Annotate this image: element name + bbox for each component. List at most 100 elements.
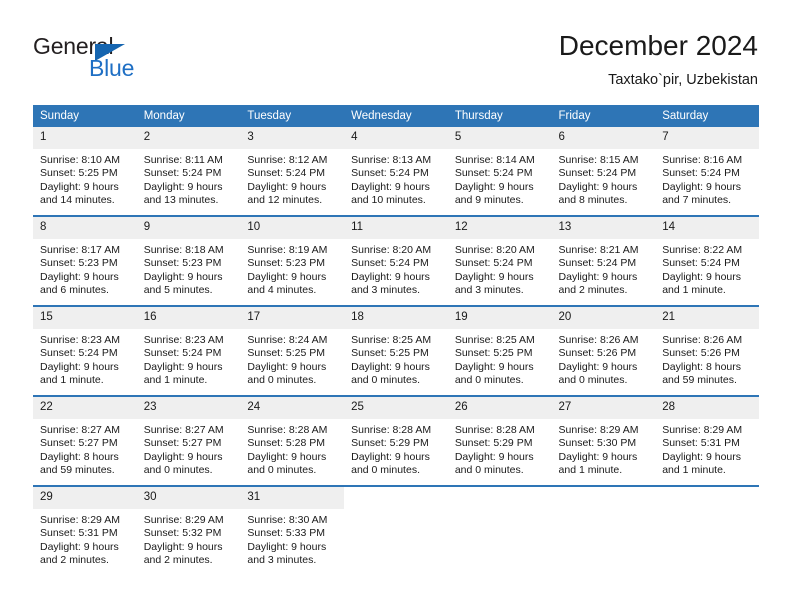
- day-cell[interactable]: 30 Sunrise: 8:29 AM Sunset: 5:32 PM Dayligh…: [136, 485, 241, 575]
- day-cell[interactable]: 8 Sunrise: 8:17 AM Sunset: 5:23 PM Daylight…: [33, 215, 137, 306]
- sunset-text: Sunset: 5:23 PM: [143, 257, 222, 270]
- day-details: Sunrise: 8:28 AM Sunset: 5:29 PM Daylight:…: [448, 419, 552, 477]
- sunrise-text: Sunrise: 8:13 AM: [351, 154, 432, 166]
- page-title: December 2024: [558, 30, 758, 61]
- day-details: Sunrise: 8:29 AM Sunset: 5:30 PM Daylight:…: [552, 419, 656, 477]
- day-cell[interactable]: 15 Sunrise: 8:23 AM Sunset: 5:24 PM Dayligh…: [33, 305, 137, 396]
- daylight-text-line2: and 6 minutes.: [40, 283, 109, 296]
- day-number: 21: [655, 307, 759, 329]
- day-number: 19: [447, 307, 552, 329]
- day-cell[interactable]: 10 Sunrise: 8:19 AM Sunset: 5:23 PM Dayligh…: [240, 215, 345, 306]
- sunrise-text: Sunrise: 8:29 AM: [143, 514, 224, 526]
- day-cell[interactable]: 1 Sunrise: 8:10 AM Sunset: 5:25 PM Daylight…: [33, 127, 137, 216]
- day-number: 10: [240, 217, 345, 239]
- day-cell[interactable]: 26 Sunrise: 8:28 AM Sunset: 5:29 PM Dayligh…: [447, 395, 552, 486]
- sunrise-text: Sunrise: 8:27 AM: [40, 424, 120, 436]
- day-details: Sunrise: 8:21 AM Sunset: 5:24 PM Daylight:…: [552, 239, 656, 297]
- daylight-text-line1: Daylight: 9 hours: [454, 180, 534, 193]
- day-details: Sunrise: 8:14 AM Sunset: 5:24 PM Daylight:…: [448, 149, 552, 207]
- sunrise-text: Sunrise: 8:29 AM: [40, 514, 120, 526]
- daylight-text-line1: Daylight: 9 hours: [247, 450, 327, 463]
- calendar-header-row: Sunday Monday Tuesday Wednesday Thursday…: [33, 105, 759, 127]
- sunset-text: Sunset: 5:23 PM: [247, 257, 326, 270]
- calendar-week-row: 8 Sunrise: 8:17 AM Sunset: 5:23 PM Daylight…: [33, 215, 759, 306]
- day-cell[interactable]: 3 Sunrise: 8:12 AM Sunset: 5:24 PM Daylight…: [240, 127, 345, 216]
- sunset-text: Sunset: 5:31 PM: [662, 437, 740, 450]
- sunset-text: Sunset: 5:24 PM: [454, 257, 533, 270]
- sunset-text: Sunset: 5:27 PM: [143, 437, 222, 450]
- daylight-text-line1: Daylight: 9 hours: [40, 180, 119, 193]
- day-cell[interactable]: 7 Sunrise: 8:16 AM Sunset: 5:24 PM Daylight…: [655, 127, 759, 216]
- day-cell[interactable]: 5 Sunrise: 8:14 AM Sunset: 5:24 PM Daylight…: [447, 127, 552, 216]
- sunset-text: Sunset: 5:24 PM: [247, 167, 326, 180]
- sunrise-text: Sunrise: 8:29 AM: [558, 424, 639, 436]
- day-cell[interactable]: 28 Sunrise: 8:29 AM Sunset: 5:31 PM Dayligh…: [655, 395, 759, 486]
- day-cell[interactable]: 12 Sunrise: 8:20 AM Sunset: 5:24 PM Dayligh…: [447, 215, 552, 306]
- daylight-text-line2: and 14 minutes.: [40, 193, 115, 206]
- calendar-body: 1 Sunrise: 8:10 AM Sunset: 5:25 PM Daylight…: [33, 127, 759, 575]
- day-number: 14: [655, 217, 759, 239]
- day-cell[interactable]: 16 Sunrise: 8:23 AM Sunset: 5:24 PM Dayligh…: [136, 305, 241, 396]
- daylight-text-line1: Daylight: 9 hours: [247, 180, 327, 193]
- day-cell[interactable]: 14 Sunrise: 8:22 AM Sunset: 5:24 PM Dayligh…: [655, 215, 759, 306]
- day-cell[interactable]: 20 Sunrise: 8:26 AM Sunset: 5:26 PM Dayligh…: [551, 305, 656, 396]
- general-blue-logo[interactable]: General Blue: [33, 33, 243, 85]
- day-number: 1: [33, 127, 137, 149]
- sunset-text: Sunset: 5:29 PM: [351, 437, 429, 450]
- sunrise-text: Sunrise: 8:18 AM: [143, 244, 224, 256]
- day-number: 7: [655, 127, 759, 149]
- day-cell[interactable]: 4 Sunrise: 8:13 AM Sunset: 5:24 PM Daylight…: [344, 127, 448, 216]
- daylight-text-line1: Daylight: 9 hours: [247, 360, 327, 373]
- daylight-text-line1: Daylight: 9 hours: [143, 180, 223, 193]
- sunrise-text: Sunrise: 8:28 AM: [454, 424, 535, 436]
- day-number: 13: [551, 217, 656, 239]
- day-cell[interactable]: 9 Sunrise: 8:18 AM Sunset: 5:23 PM Daylight…: [136, 215, 241, 306]
- day-number: 12: [447, 217, 552, 239]
- day-number: [551, 487, 656, 496]
- day-details: Sunrise: 8:26 AM Sunset: 5:26 PM Daylight:…: [655, 329, 759, 387]
- day-cell[interactable]: 27 Sunrise: 8:29 AM Sunset: 5:30 PM Dayligh…: [551, 395, 656, 486]
- sunset-text: Sunset: 5:31 PM: [40, 527, 118, 540]
- day-number: 3: [240, 127, 345, 149]
- day-cell[interactable]: 2 Sunrise: 8:11 AM Sunset: 5:24 PM Daylight…: [136, 127, 241, 216]
- day-cell[interactable]: 29 Sunrise: 8:29 AM Sunset: 5:31 PM Dayligh…: [33, 485, 137, 575]
- day-cell[interactable]: 31 Sunrise: 8:30 AM Sunset: 5:33 PM Dayligh…: [240, 485, 345, 575]
- day-number: 5: [447, 127, 552, 149]
- day-cell[interactable]: 6 Sunrise: 8:15 AM Sunset: 5:24 PM Daylight…: [551, 127, 656, 216]
- daylight-text-line1: Daylight: 8 hours: [662, 360, 742, 373]
- daylight-text-line2: and 12 minutes.: [247, 193, 323, 206]
- day-cell-empty: [447, 485, 552, 575]
- day-details: Sunrise: 8:27 AM Sunset: 5:27 PM Daylight:…: [33, 419, 137, 477]
- day-number: 30: [136, 487, 241, 509]
- daylight-text-line2: and 2 minutes.: [143, 553, 213, 566]
- day-cell[interactable]: 18 Sunrise: 8:25 AM Sunset: 5:25 PM Dayligh…: [344, 305, 448, 396]
- day-cell[interactable]: 13 Sunrise: 8:21 AM Sunset: 5:24 PM Dayligh…: [551, 215, 656, 306]
- calendar-week-row: 1 Sunrise: 8:10 AM Sunset: 5:25 PM Daylight…: [33, 127, 759, 216]
- day-details: Sunrise: 8:29 AM Sunset: 5:32 PM Daylight:…: [137, 509, 241, 567]
- day-cell[interactable]: 11 Sunrise: 8:20 AM Sunset: 5:24 PM Dayligh…: [344, 215, 448, 306]
- sunrise-text: Sunrise: 8:29 AM: [662, 424, 743, 436]
- day-cell[interactable]: 23 Sunrise: 8:27 AM Sunset: 5:27 PM Dayligh…: [136, 395, 241, 486]
- daylight-text-line2: and 0 minutes.: [247, 373, 317, 386]
- sunrise-text: Sunrise: 8:25 AM: [351, 334, 432, 346]
- sunrise-text: Sunrise: 8:25 AM: [454, 334, 535, 346]
- sunrise-text: Sunrise: 8:19 AM: [247, 244, 328, 256]
- day-cell[interactable]: 19 Sunrise: 8:25 AM Sunset: 5:25 PM Dayligh…: [447, 305, 552, 396]
- sunset-text: Sunset: 5:24 PM: [662, 257, 740, 270]
- day-cell[interactable]: 22 Sunrise: 8:27 AM Sunset: 5:27 PM Dayligh…: [33, 395, 137, 486]
- day-number: 16: [136, 307, 241, 329]
- day-details: Sunrise: 8:15 AM Sunset: 5:24 PM Daylight:…: [552, 149, 656, 207]
- day-cell[interactable]: 25 Sunrise: 8:28 AM Sunset: 5:29 PM Dayligh…: [344, 395, 448, 486]
- sunrise-text: Sunrise: 8:27 AM: [143, 424, 224, 436]
- daylight-text-line2: and 9 minutes.: [454, 193, 524, 206]
- daylight-text-line2: and 0 minutes.: [454, 373, 524, 386]
- daylight-text-line2: and 5 minutes.: [143, 283, 213, 296]
- day-cell[interactable]: 21 Sunrise: 8:26 AM Sunset: 5:26 PM Dayligh…: [655, 305, 759, 396]
- weekday-header-friday: Friday: [551, 105, 656, 127]
- daylight-text-line1: Daylight: 9 hours: [662, 180, 742, 193]
- sunrise-text: Sunrise: 8:21 AM: [558, 244, 639, 256]
- day-cell[interactable]: 17 Sunrise: 8:24 AM Sunset: 5:25 PM Dayligh…: [240, 305, 345, 396]
- day-cell[interactable]: 24 Sunrise: 8:28 AM Sunset: 5:28 PM Dayligh…: [240, 395, 345, 486]
- day-number: 9: [136, 217, 241, 239]
- calendar-week-row: 22 Sunrise: 8:27 AM Sunset: 5:27 PM Dayligh…: [33, 395, 759, 486]
